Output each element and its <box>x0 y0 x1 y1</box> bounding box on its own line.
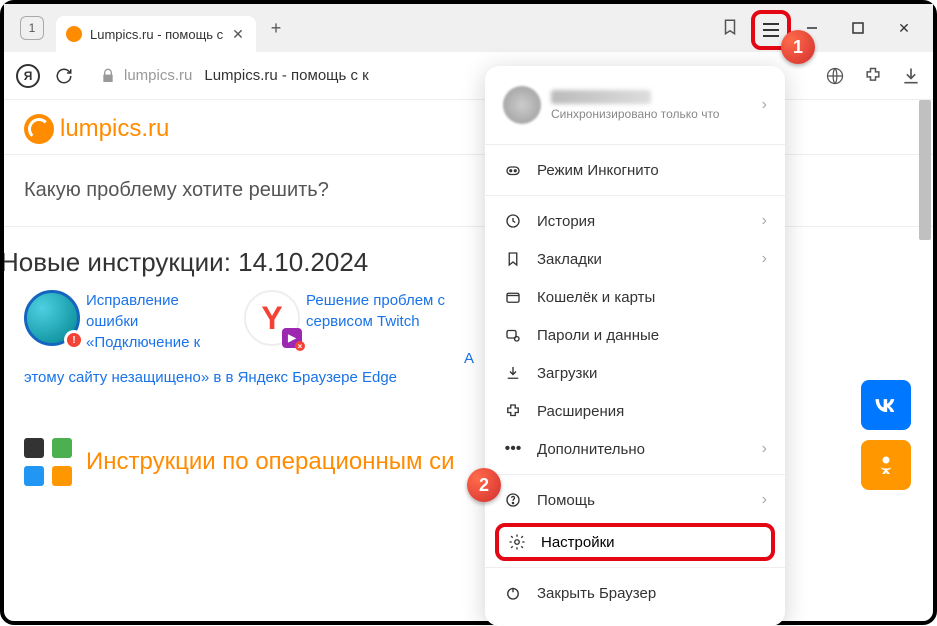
logo-icon <box>24 114 54 144</box>
yandex-browser-icon: Y▶ <box>244 290 300 346</box>
menu-label: Режим Инкогнито <box>537 162 659 179</box>
menu-label: Расширения <box>537 403 624 420</box>
reload-icon[interactable] <box>52 64 76 88</box>
hamburger-icon <box>763 23 779 37</box>
chevron-right-icon: › <box>762 250 767 268</box>
wallet-icon <box>503 288 523 306</box>
menu-label: Пароли и данные <box>537 327 659 344</box>
search-input[interactable]: Какую проблему хотите решить? <box>4 154 933 227</box>
social-links <box>861 380 911 490</box>
article-card[interactable]: Y▶ Решение проблем с сервисом Twitch <box>244 290 454 367</box>
bookmarks-menu-item[interactable]: Закладки › <box>485 240 785 278</box>
menu-label: Настройки <box>541 534 615 551</box>
browser-tab[interactable]: Lumpics.ru - помощь с ✕ <box>56 16 256 52</box>
article-link[interactable]: Исправление ошибки «Подключение к <box>86 290 234 367</box>
bookmark-icon[interactable] <box>721 18 739 36</box>
download-icon <box>503 364 523 382</box>
menu-label: Загрузки <box>537 365 597 382</box>
callout-1: 1 <box>781 30 815 64</box>
translate-icon[interactable] <box>825 66 845 86</box>
os-icon <box>24 438 72 486</box>
sync-status: Синхронизировано только что <box>551 107 719 121</box>
incognito-menu-item[interactable]: Режим Инкогнито <box>485 151 785 189</box>
close-window-button[interactable]: ✕ <box>881 8 927 48</box>
logo-text: lumpics.ru <box>60 115 169 143</box>
menu-label: История <box>537 213 595 230</box>
separator <box>485 474 785 475</box>
chevron-right-icon: › <box>762 212 767 230</box>
passwords-menu-item[interactable]: Пароли и данные <box>485 316 785 354</box>
callout-2: 2 <box>467 468 501 502</box>
history-icon <box>503 212 523 230</box>
extensions-menu-item[interactable]: Расширения <box>485 392 785 430</box>
settings-menu-item[interactable]: Настройки <box>495 523 775 561</box>
new-tab-button[interactable]: + <box>262 14 290 42</box>
power-icon <box>503 584 523 602</box>
menu-label: Кошелёк и карты <box>537 289 655 306</box>
address-domain[interactable]: lumpics.ru <box>124 67 192 84</box>
passwords-icon <box>503 326 523 344</box>
tab-count[interactable]: 1 <box>20 16 44 40</box>
close-icon[interactable]: ✕ <box>230 26 246 42</box>
profile-menu-item[interactable]: Синхронизировано только что › <box>485 80 785 138</box>
yandex-home-icon[interactable]: Я <box>16 64 40 88</box>
scrollbar[interactable] <box>919 100 931 240</box>
avatar-icon <box>503 86 541 124</box>
article-link[interactable]: А <box>464 290 474 367</box>
menu-label: Помощь <box>537 492 595 509</box>
separator <box>485 144 785 145</box>
gear-icon <box>507 533 527 551</box>
more-menu-item[interactable]: ••• Дополнительно › <box>485 430 785 468</box>
menu-label: Закладки <box>537 251 602 268</box>
vk-button[interactable] <box>861 380 911 430</box>
article-link-tail[interactable]: этому сайту незащищено» в в Яндекс Брауз… <box>4 367 933 388</box>
bookmark-icon <box>503 250 523 268</box>
edge-icon <box>24 290 80 346</box>
chevron-right-icon: › <box>762 96 767 114</box>
history-menu-item[interactable]: История › <box>485 202 785 240</box>
favicon-icon <box>66 26 82 42</box>
separator <box>485 567 785 568</box>
article-card[interactable]: Исправление ошибки «Подключение к <box>24 290 234 367</box>
extension-icon <box>503 402 523 420</box>
more-icon: ••• <box>503 440 523 458</box>
chevron-right-icon: › <box>762 491 767 509</box>
wallet-menu-item[interactable]: Кошелёк и карты <box>485 278 785 316</box>
article-cards: Исправление ошибки «Подключение к Y▶ Реш… <box>4 290 933 367</box>
os-heading-text: Инструкции по операционным си <box>86 448 455 476</box>
ok-button[interactable] <box>861 440 911 490</box>
lock-icon[interactable] <box>96 64 120 88</box>
chevron-right-icon: › <box>762 440 767 458</box>
close-browser-menu-item[interactable]: Закрыть Браузер <box>485 574 785 612</box>
page-content: lumpics.ru Какую проблему хотите решить?… <box>4 100 933 621</box>
downloads-icon[interactable] <box>901 66 921 86</box>
menu-label: Дополнительно <box>537 441 645 458</box>
new-instructions-heading: Новые инструкции: 14.10.2024 <box>4 227 933 290</box>
menu-label: Закрыть Браузер <box>537 585 656 602</box>
maximize-button[interactable] <box>835 8 881 48</box>
incognito-icon <box>503 161 523 179</box>
tab-title: Lumpics.ru - помощь с <box>90 27 224 42</box>
main-menu: Синхронизировано только что › Режим Инко… <box>485 66 785 626</box>
separator <box>485 195 785 196</box>
address-title: Lumpics.ru - помощь с к <box>204 67 368 84</box>
site-logo[interactable]: lumpics.ru <box>4 100 933 154</box>
help-menu-item[interactable]: Помощь › <box>485 481 785 519</box>
help-icon <box>503 491 523 509</box>
article-link[interactable]: Решение проблем с сервисом Twitch <box>306 290 454 367</box>
extensions-icon[interactable] <box>863 66 883 86</box>
downloads-menu-item[interactable]: Загрузки <box>485 354 785 392</box>
profile-name-blurred <box>551 90 651 104</box>
